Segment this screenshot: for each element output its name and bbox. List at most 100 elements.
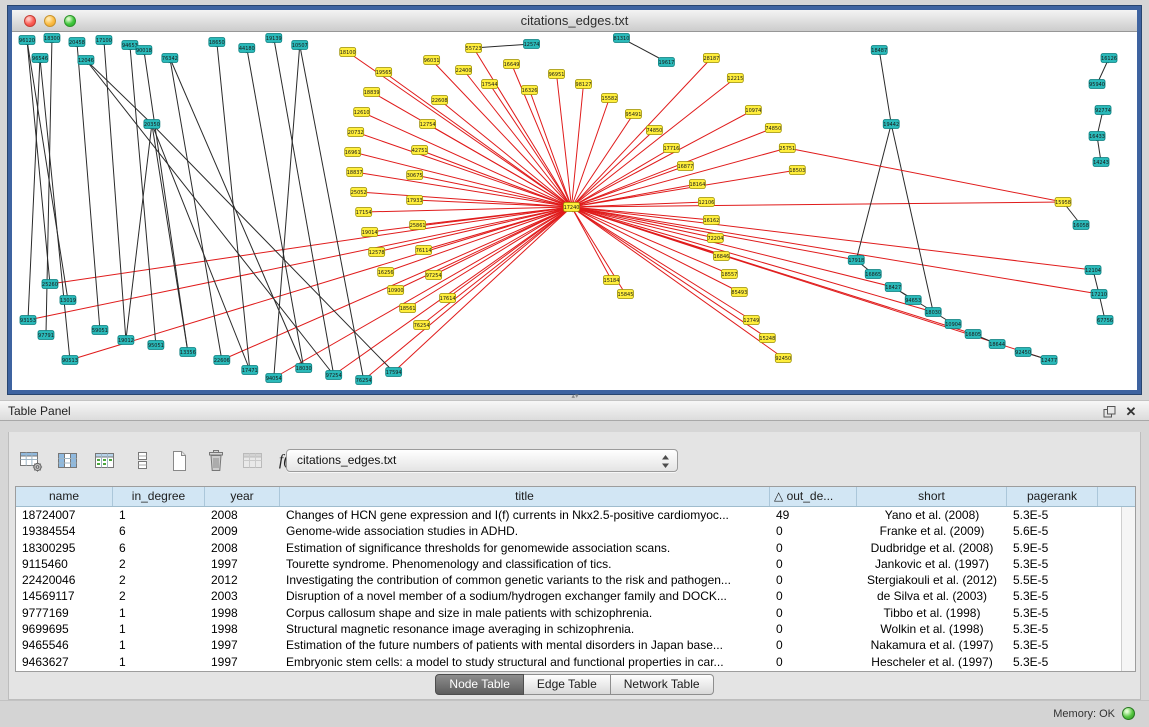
tab-network-table[interactable]: Network Table — [611, 674, 714, 695]
graph-node[interactable]: 18839 — [364, 88, 380, 97]
tab-edge-table[interactable]: Edge Table — [524, 674, 611, 695]
graph-node[interactable]: 18030 — [296, 364, 312, 373]
graph-node[interactable]: 16326 — [522, 86, 538, 95]
graph-node[interactable]: 72204 — [707, 234, 723, 243]
network-file-select[interactable]: citations_edges.txt — [286, 449, 678, 472]
graph-node[interactable]: 19565 — [376, 68, 392, 77]
table-row[interactable]: 2242004622012Investigating the contribut… — [16, 572, 1135, 588]
row-height-button[interactable] — [128, 447, 156, 475]
close-panel-button[interactable]: ✕ — [1123, 404, 1139, 419]
graph-node[interactable]: 12477 — [1041, 356, 1057, 365]
column-header-in_degree[interactable]: in_degree — [113, 487, 205, 506]
graph-node[interactable]: 10900 — [388, 286, 404, 295]
graph-node[interactable]: 67756 — [1097, 316, 1113, 325]
table-row[interactable]: 1938455462009Genome-wide association stu… — [16, 523, 1135, 539]
table-columns-button[interactable] — [54, 447, 82, 475]
graph-node[interactable]: 10974 — [745, 106, 761, 115]
graph-node[interactable]: 16058 — [1073, 221, 1089, 230]
graph-node[interactable]: 76254 — [414, 321, 430, 330]
network-canvas[interactable]: 1724019565188391261020732169611883725052… — [12, 32, 1137, 390]
graph-node[interactable]: 18164 — [689, 180, 705, 189]
graph-node[interactable]: 12215 — [727, 74, 743, 83]
graph-node[interactable]: 19442 — [883, 120, 899, 129]
minimize-window-button[interactable] — [44, 15, 56, 27]
graph-node[interactable]: 13356 — [180, 348, 196, 357]
graph-node[interactable]: 12578 — [369, 248, 385, 257]
graph-node[interactable]: 17100 — [96, 36, 112, 45]
graph-node[interactable]: 16162 — [703, 216, 719, 225]
graph-node[interactable]: 20458 — [69, 38, 85, 47]
graph-node[interactable]: 10904 — [945, 320, 961, 329]
close-window-button[interactable] — [24, 15, 36, 27]
graph-node[interactable]: 16649 — [504, 60, 520, 69]
graph-node[interactable]: 13019 — [60, 296, 76, 305]
tab-node-table[interactable]: Node Table — [435, 674, 524, 695]
graph-node[interactable]: 17918 — [848, 256, 864, 265]
graph-node[interactable]: 76342 — [162, 54, 178, 63]
graph-node[interactable]: 16126 — [1101, 54, 1117, 63]
graph-node[interactable]: 92774 — [1095, 106, 1111, 115]
graph-node[interactable]: 16433 — [1089, 132, 1105, 141]
graph-node[interactable]: 17594 — [386, 368, 402, 377]
graph-node[interactable]: 19014 — [362, 228, 378, 237]
graph-node[interactable]: 17240 — [564, 203, 580, 212]
table-row[interactable]: 1456911722003Disruption of a novel membe… — [16, 588, 1135, 604]
graph-node[interactable]: 55723 — [466, 44, 482, 53]
graph-node[interactable]: 17614 — [440, 294, 456, 303]
graph-node[interactable]: 96031 — [424, 56, 440, 65]
table-import-button[interactable] — [91, 447, 119, 475]
graph-node[interactable]: 12749 — [743, 316, 759, 325]
graph-node[interactable]: 22400 — [456, 66, 472, 75]
graph-node[interactable]: 20732 — [348, 128, 364, 137]
graph-node[interactable]: 17471 — [242, 366, 258, 375]
graph-node[interactable]: 59051 — [92, 326, 108, 335]
graph-node[interactable]: 17210 — [1091, 290, 1107, 299]
graph-node[interactable]: 19012 — [118, 336, 134, 345]
graph-node[interactable]: 18100 — [340, 48, 356, 57]
graph-node[interactable]: 12754 — [420, 120, 436, 129]
graph-node[interactable]: 18300 — [44, 34, 60, 43]
graph-node[interactable]: 15582 — [601, 94, 617, 103]
graph-node[interactable]: 94653 — [905, 296, 921, 305]
graph-node[interactable]: 15184 — [603, 276, 619, 285]
graph-node[interactable]: 81310 — [613, 34, 629, 43]
graph-node[interactable]: 17154 — [356, 208, 372, 217]
window-titlebar[interactable]: citations_edges.txt — [12, 10, 1137, 32]
graph-node[interactable]: 74850 — [765, 124, 781, 133]
table-row[interactable]: 911546021997Tourette syndrome. Phenomeno… — [16, 556, 1135, 572]
graph-node[interactable]: 92450 — [1015, 348, 1031, 357]
graph-node[interactable]: 18503 — [789, 166, 805, 175]
table-row[interactable]: 1830029562008Estimation of significance … — [16, 540, 1135, 556]
graph-node[interactable]: 18030 — [925, 308, 941, 317]
table-row[interactable]: 969969511998Structural magnetic resonanc… — [16, 621, 1135, 637]
graph-node[interactable]: 95940 — [1089, 80, 1105, 89]
graph-node[interactable]: 20350 — [144, 120, 160, 129]
graph-node[interactable]: 94054 — [266, 374, 282, 383]
table-browser-button[interactable] — [17, 447, 45, 475]
graph-node[interactable]: 28187 — [703, 54, 719, 63]
table-row[interactable]: 946362711997Embryonic stem cells: a mode… — [16, 654, 1135, 670]
graph-node[interactable]: 18837 — [347, 168, 363, 177]
graph-node[interactable]: 22606 — [214, 356, 230, 365]
graph-node[interactable]: 12574 — [524, 40, 540, 49]
graph-node[interactable]: 98127 — [575, 80, 591, 89]
graph-node[interactable]: 30675 — [407, 171, 423, 180]
zoom-window-button[interactable] — [64, 15, 76, 27]
graph-node[interactable]: 15248 — [759, 334, 775, 343]
graph-node[interactable]: 22608 — [432, 96, 448, 105]
graph-node[interactable]: 95491 — [625, 110, 641, 119]
graph-node[interactable]: 42751 — [412, 146, 428, 155]
graph-node[interactable]: 76254 — [356, 376, 372, 385]
graph-node[interactable]: 18644 — [989, 340, 1005, 349]
graph-node[interactable]: 95051 — [148, 341, 164, 350]
column-header-name[interactable]: name — [16, 487, 113, 506]
graph-node[interactable]: 96546 — [32, 54, 48, 63]
column-header-short[interactable]: short — [857, 487, 1007, 506]
column-header-out_degree[interactable]: △ out_de... — [770, 487, 857, 506]
delete-column-button[interactable] — [202, 447, 230, 475]
graph-node[interactable]: 19139 — [266, 34, 282, 43]
graph-node[interactable]: 25052 — [351, 188, 367, 197]
graph-node[interactable]: 44180 — [239, 44, 255, 53]
graph-node[interactable]: 12104 — [1085, 266, 1101, 275]
graph-node[interactable]: 96951 — [549, 70, 565, 79]
